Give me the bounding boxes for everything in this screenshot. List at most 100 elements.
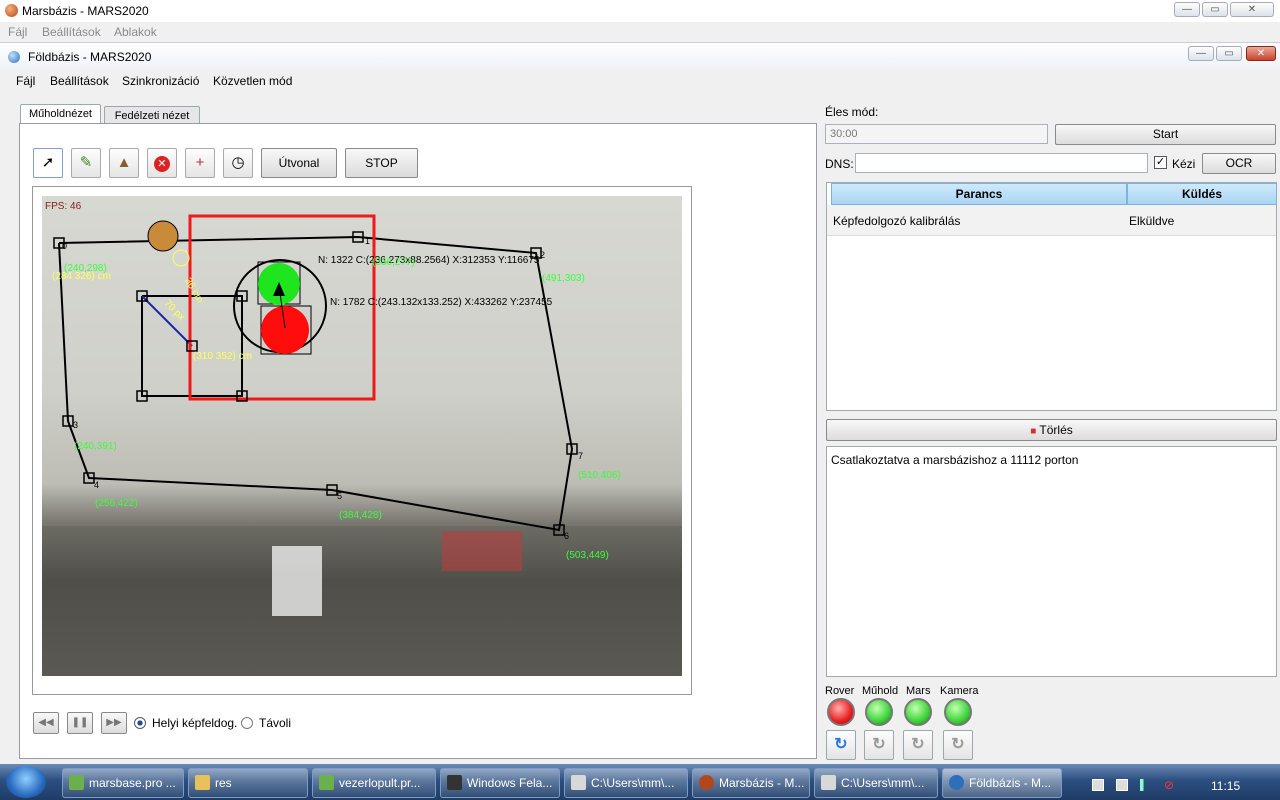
- yellow-label-a: (284 326) cm: [52, 271, 111, 282]
- mars-status-led: [904, 698, 932, 726]
- detection-2: N: 1782 C:(243.132x133.252) X:433262 Y:2…: [330, 297, 553, 308]
- dns-input[interactable]: [855, 153, 1148, 173]
- table-row[interactable]: Képfedolgozó kalibrálás Elküldve: [827, 205, 1276, 236]
- camera-refresh-icon[interactable]: ↻: [943, 730, 973, 760]
- taskbar-item-res[interactable]: res: [188, 768, 308, 798]
- taskbar-label: C:\Users\mm\...: [591, 776, 675, 790]
- live-mode-field[interactable]: 30:00: [825, 124, 1048, 144]
- yellow-label-b: (310 352) cm: [193, 351, 252, 362]
- vertex-id-6: 6: [564, 531, 570, 541]
- vertex-id-1: 1: [365, 236, 371, 246]
- rover-refresh-icon[interactable]: ↻: [826, 730, 856, 760]
- vertex-id-0: 0: [62, 241, 68, 251]
- rover-status-led: [827, 698, 855, 726]
- column-header-send[interactable]: Küldés: [1127, 183, 1277, 205]
- local-processing-radio[interactable]: [134, 717, 146, 729]
- column-header-command[interactable]: Parancs: [831, 183, 1127, 205]
- route-send-button[interactable]: Útvonal küldés: [261, 148, 337, 198]
- vertex-id-5: 5: [337, 491, 343, 501]
- outer-window-title: Marsbázis - MARS2020: [22, 4, 149, 18]
- stop-button[interactable]: STOP: [345, 148, 418, 178]
- taskbar-item-cmd-1[interactable]: C:\Users\mm\...: [564, 768, 688, 798]
- status-label-satellite: Műhold: [862, 685, 899, 697]
- app-logo-icon: [5, 4, 18, 17]
- taskbar-label: Marsbázis - M...: [719, 776, 805, 790]
- inner-menubar: Fájl Beállítások Szinkronizáció Közvetle…: [0, 70, 1280, 92]
- outer-menu-settings[interactable]: Beállítások: [42, 25, 101, 39]
- menu-file[interactable]: Fájl: [16, 74, 35, 88]
- pause-icon[interactable]: ❚❚: [67, 712, 93, 734]
- remote-processing-radio[interactable]: [241, 717, 253, 729]
- outer-menu-windows[interactable]: Ablakok: [114, 25, 157, 39]
- pointer-icon[interactable]: ➚: [33, 148, 63, 178]
- live-mode-label: Éles mód:: [825, 105, 879, 119]
- ocr-button[interactable]: OCR: [1202, 153, 1276, 174]
- outer-close-button[interactable]: ✕: [1230, 2, 1274, 17]
- camera-status-led: [944, 698, 972, 726]
- status-label-camera: Kamera: [940, 685, 979, 697]
- outer-minimize-button[interactable]: —: [1174, 2, 1200, 17]
- taskbar-label: res: [215, 776, 232, 790]
- point-label-4: (256,422): [95, 498, 138, 509]
- taskbar-label: Windows Fela...: [467, 776, 553, 790]
- pencil-icon[interactable]: ✎: [71, 148, 101, 178]
- mars-refresh-icon[interactable]: ↻: [903, 730, 933, 760]
- outer-menu-file[interactable]: Fájl: [8, 25, 27, 39]
- log-panel: Csatlakoztatva a marsbázishoz a 11112 po…: [826, 446, 1277, 677]
- local-processing-label: Helyi képfeldog.: [152, 716, 238, 730]
- vertex-id-3: 3: [73, 420, 79, 430]
- log-line: Csatlakoztatva a marsbázishoz a 11112 po…: [831, 453, 1079, 467]
- volume-muted-icon[interactable]: ⊘: [1164, 779, 1176, 791]
- clear-button[interactable]: ■ Törlés: [826, 419, 1277, 441]
- start-orb-icon[interactable]: [6, 766, 46, 798]
- point-label-3: (240,391): [74, 441, 117, 452]
- menu-sync[interactable]: Szinkronizáció: [122, 74, 199, 88]
- signal-tray-icon[interactable]: [1140, 779, 1152, 791]
- taskbar-label: C:\Users\mm\...: [841, 776, 925, 790]
- outer-titlebar: Marsbázis - MARS2020 — ▭ ✕: [0, 0, 1280, 22]
- start-button[interactable]: Start: [1055, 124, 1276, 145]
- terrain-icon[interactable]: ▲: [109, 148, 139, 178]
- clock-icon[interactable]: ◷: [223, 148, 253, 178]
- satellite-refresh-icon[interactable]: ↻: [864, 730, 894, 760]
- point-label-7: (510,406): [578, 470, 621, 481]
- taskbar-label: marsbase.pro ...: [89, 776, 176, 790]
- inner-close-button[interactable]: ✕: [1246, 46, 1276, 61]
- manual-label: Kézi: [1172, 157, 1196, 171]
- status-label-mars: Mars: [906, 685, 931, 697]
- flag-tray-icon[interactable]: [1092, 779, 1104, 791]
- manual-checkbox[interactable]: ✓: [1154, 156, 1167, 169]
- remote-processing-label: Távoli: [259, 716, 292, 730]
- delete-icon[interactable]: ✕: [147, 148, 177, 178]
- forward-icon[interactable]: ▶▶: [101, 712, 127, 734]
- crosshair-icon[interactable]: +: [185, 148, 215, 178]
- detection-1: N: 1322 C:(236.273x88.2564) X:312353 Y:1…: [318, 255, 540, 266]
- globe-icon: [8, 51, 20, 63]
- inner-titlebar: Földbázis - MARS2020 — ▭ ✕: [0, 42, 1280, 70]
- taskbar-item-foldbazis[interactable]: Földbázis - M...: [942, 768, 1062, 798]
- clear-label: Törlés: [1039, 423, 1073, 437]
- menu-settings[interactable]: Beállítások: [50, 74, 109, 88]
- inner-maximize-button[interactable]: ▭: [1216, 46, 1242, 61]
- taskbar-item-marsbazis[interactable]: Marsbázis - M...: [692, 768, 810, 798]
- command-table: Parancs Küldés Képfedolgozó kalibrálás E…: [826, 182, 1277, 411]
- taskbar-clock[interactable]: 11:15: [1211, 779, 1240, 793]
- inner-minimize-button[interactable]: —: [1188, 46, 1214, 61]
- menu-direct-mode[interactable]: Közvetlen mód: [213, 74, 292, 88]
- dns-label: DNS:: [825, 157, 854, 171]
- rewind-icon[interactable]: ◀◀: [33, 712, 59, 734]
- taskbar-item-vezerlopult[interactable]: vezerlopult.pr...: [312, 768, 436, 798]
- taskbar-item-windows[interactable]: Windows Fela...: [440, 768, 560, 798]
- outer-maximize-button[interactable]: ▭: [1202, 2, 1228, 17]
- point-label-5: (384,428): [339, 510, 382, 521]
- taskbar-item-cmd-2[interactable]: C:\Users\mm\...: [814, 768, 938, 798]
- status-label-rover: Rover: [825, 685, 855, 697]
- point-label-6: (503,449): [566, 550, 609, 561]
- fps-counter: FPS: 46: [45, 201, 82, 212]
- inner-window-title: Földbázis - MARS2020: [28, 50, 152, 64]
- taskbar-label: vezerlopult.pr...: [339, 776, 421, 790]
- taskbar-item-marsbase[interactable]: marsbase.pro ...: [62, 768, 184, 798]
- vertex-id-4: 4: [94, 480, 100, 490]
- network-tray-icon[interactable]: [1116, 779, 1128, 791]
- row-command: Képfedolgozó kalibrálás: [833, 214, 961, 228]
